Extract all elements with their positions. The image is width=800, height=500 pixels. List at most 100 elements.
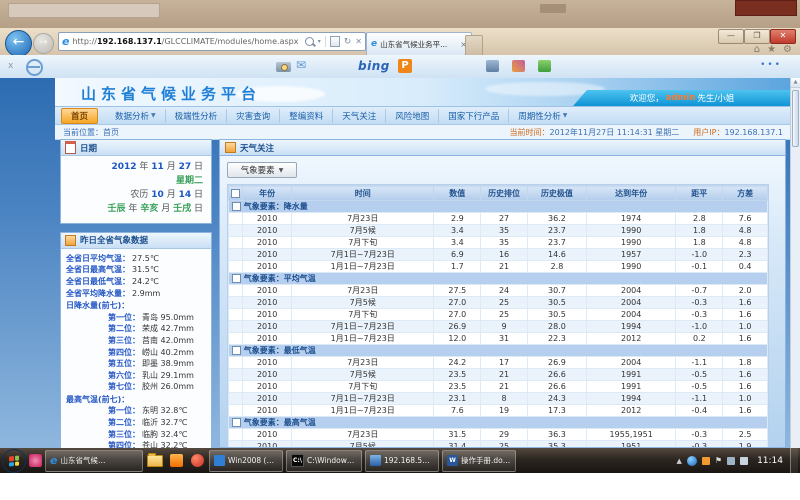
toolbar-close-icon[interactable]: x (8, 61, 13, 71)
table-group-row[interactable]: 气象要素：降水量 (229, 201, 768, 213)
stop-icon[interactable]: ✕ (355, 37, 362, 46)
table-row[interactable]: 20107月23日31.52936.31955,1951-0.32.5 (229, 429, 768, 441)
browser-tab[interactable]: e 山东省气候业务平... × (366, 32, 472, 55)
url-text[interactable]: http://192.168.137.1/GLCCLIMATE/modules/… (72, 37, 301, 46)
nav-item-5[interactable]: 整编资料 (280, 109, 333, 123)
nav-item-6[interactable]: 天气关注 (333, 109, 386, 123)
weather-table: 年份时间数值历史排位历史极值达到年份距平方差 气象要素：降水量20107月23日… (228, 185, 768, 448)
tab-favicon: e (371, 40, 377, 49)
page-scrollbar[interactable]: ▲ (790, 78, 800, 448)
table-row[interactable]: 20101月1日~7月23日7.61917.32012-0.41.6 (229, 405, 768, 417)
taskbar-clock[interactable]: 11:14 (757, 456, 783, 466)
table-row[interactable]: 20107月23日24.21726.92004-1.11.8 (229, 357, 768, 369)
table-row[interactable]: 20107月5候3.43523.719901.84.8 (229, 225, 768, 237)
toolbar-addon-icon[interactable] (486, 60, 499, 72)
nav-item-label: 数据分析 (115, 110, 149, 122)
close-button[interactable]: ✕ (770, 29, 796, 44)
tray-security-icon[interactable] (702, 457, 710, 465)
show-desktop-button[interactable] (790, 448, 798, 473)
address-bar[interactable]: e http://192.168.137.1/GLCCLIMATE/module… (58, 32, 366, 51)
table-row[interactable]: 20107月1日~7月23日26.9928.01994-1.01.0 (229, 321, 768, 333)
nav-item-2[interactable]: 数据分析▼ (106, 109, 166, 123)
table-row[interactable]: 20107月1日~7月23日6.91614.61957-1.02.3 (229, 249, 768, 261)
compatibility-view-icon[interactable] (330, 36, 340, 47)
favorites-star-icon[interactable]: ★ (767, 44, 776, 55)
tray-flag-icon[interactable]: ⚑ (715, 456, 722, 465)
taskbar-window-button[interactable]: Win2008 (YS2... (209, 450, 283, 472)
taskbar-window-button[interactable]: C:\C:\Windows\s... (286, 450, 362, 472)
taskbar-window-button[interactable]: 192.168.59.99... (365, 450, 439, 472)
explorer-icon[interactable] (146, 452, 164, 470)
expand-box-icon[interactable] (232, 418, 241, 427)
table-row[interactable]: 20101月1日~7月23日1.7212.81990-0.10.4 (229, 261, 768, 273)
row-indent-cell (229, 429, 243, 441)
nav-item-7[interactable]: 风险地图 (386, 109, 439, 123)
table-group-row[interactable]: 气象要素：最低气温 (229, 345, 768, 357)
ie-favicon: e (62, 36, 69, 47)
table-row[interactable]: 20101月1日~7月23日12.03122.320120.21.6 (229, 333, 768, 345)
welcome-username: admin (666, 93, 696, 103)
tray-network-icon[interactable] (687, 456, 697, 466)
table-row[interactable]: 20107月下旬3.43523.719901.84.8 (229, 237, 768, 249)
pinned-app-icon[interactable] (29, 454, 42, 467)
table-group-row[interactable]: 气象要素：最高气温 (229, 417, 768, 429)
table-row[interactable]: 20107月23日2.92736.219742.87.6 (229, 213, 768, 225)
camera-icon[interactable] (276, 62, 291, 72)
pinned-app-icon[interactable] (188, 452, 206, 470)
table-row[interactable]: 20107月5候27.02530.52004-0.31.6 (229, 297, 768, 309)
table-row[interactable]: 20107月下旬27.02530.52004-0.31.6 (229, 309, 768, 321)
scrollbar-thumb[interactable] (792, 90, 799, 147)
main-panel-body: 气象要素▼ 年份时间数值历史排位历史极值达到年份距平方差 气象要素：降水量201… (219, 156, 786, 448)
expand-box-icon[interactable] (232, 274, 241, 283)
refresh-icon[interactable]: ↻ (344, 37, 352, 47)
nav-item-3[interactable]: 极端性分析 (166, 109, 228, 123)
toolbar-addon-icon[interactable] (512, 60, 525, 72)
p-app-icon[interactable]: P (398, 59, 412, 73)
taskbar-ie-label: 山东省气候业务平... (60, 455, 110, 466)
table-row[interactable]: 20107月1日~7月23日23.1824.31994-1.11.0 (229, 393, 768, 405)
blocked-icon[interactable] (26, 59, 43, 76)
toolbar-addon-icon[interactable] (538, 60, 551, 72)
tray-expand-icon[interactable]: ▲ (677, 457, 682, 465)
expand-box-icon[interactable] (232, 202, 241, 211)
home-icon[interactable]: ⌂ (754, 44, 760, 55)
nav-item-9[interactable]: 周期性分析▼ (509, 109, 576, 123)
taskbar-ie-button[interactable]: e 山东省气候业务平... (45, 450, 143, 472)
new-tab-button[interactable] (465, 35, 483, 56)
taskbar-window-button[interactable]: W操作手册.docx ... (442, 450, 516, 472)
start-button[interactable] (2, 449, 26, 473)
table-row[interactable]: 20107月5候23.52126.61991-0.51.6 (229, 369, 768, 381)
toolbar-overflow-dots[interactable]: ••• (760, 60, 782, 70)
back-button[interactable]: ← (5, 30, 32, 57)
stat-value: 31.5℃ (132, 264, 159, 276)
minimize-button[interactable]: — (718, 29, 744, 44)
table-row[interactable]: 20107月下旬23.52126.61991-0.51.6 (229, 381, 768, 393)
pinned-app-icon[interactable] (167, 452, 185, 470)
scroll-up-arrow[interactable]: ▲ (791, 78, 800, 88)
tab-title[interactable]: 山东省气候业务平... (380, 39, 457, 50)
checkbox-icon[interactable] (231, 189, 240, 198)
header-cell: 达到年份 (586, 186, 675, 201)
expand-box-icon[interactable] (232, 346, 241, 355)
tray-volume-icon[interactable] (740, 457, 748, 465)
search-icon[interactable] (305, 37, 314, 46)
mail-icon[interactable]: ✉ (296, 58, 306, 72)
table-group-row[interactable]: 气象要素：平均气温 (229, 273, 768, 285)
breadcrumb: 当前位置：首页 (63, 127, 119, 138)
table-row[interactable]: 20107月23日27.52430.72004-0.72.0 (229, 285, 768, 297)
bing-logo[interactable]: bing (358, 59, 390, 73)
nav-item-1[interactable]: 首页 (61, 108, 98, 124)
forward-button[interactable]: → (33, 33, 54, 54)
tray-monitor-icon[interactable] (727, 457, 735, 465)
nav-item-4[interactable]: 灾害查询 (227, 109, 280, 123)
settings-gear-icon[interactable]: ⚙ (783, 44, 792, 55)
search-dropdown-icon[interactable]: ▾ (318, 38, 321, 45)
nav-item-8[interactable]: 国家下行产品 (439, 109, 509, 123)
stat-value: 2.9mm (132, 288, 160, 300)
row-indent-cell (229, 285, 243, 297)
row-indent-cell (229, 237, 243, 249)
table-cell: 7月5候 (292, 225, 434, 237)
maximize-button[interactable]: ❐ (744, 29, 770, 44)
element-filter-button[interactable]: 气象要素▼ (227, 162, 297, 178)
table-row[interactable]: 20107月5候31.42535.31951-0.31.9 (229, 441, 768, 449)
